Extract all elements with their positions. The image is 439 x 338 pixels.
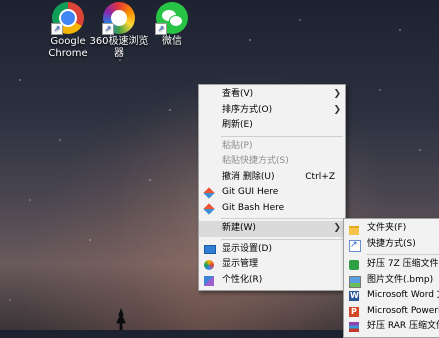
menu-item-paste[interactable]: 粘贴(P) [199,139,345,155]
menu-item-git-bash[interactable]: Git Bash Here [199,201,345,217]
desktop-icon-label: 360极速浏览器 [89,36,149,59]
menu-item-label: Microsoft Word 文 [367,290,439,300]
menu-item-shortcut: Ctrl+Z [305,171,335,182]
chevron-right-icon: ❯ [333,104,341,115]
menu-item-label: 撤消 删除(U) [222,171,275,182]
submenu-item-bmp[interactable]: 图片文件(.bmp) [344,273,439,289]
menu-item-label: 显示设置(D) [222,243,272,254]
chevron-right-icon: ❯ [333,89,341,99]
display-icon [204,244,216,254]
menu-item-label: 排序方式(O) [222,104,273,115]
new-submenu: 文件夹(F) 快捷方式(S) 好压 7Z 压缩文件 图片文件(.bmp) Mic… [343,218,439,338]
personalize-icon [204,275,214,286]
menu-item-personalize[interactable]: 个性化(R) [199,273,345,289]
menu-item-label: Git Bash Here [222,202,285,213]
menu-item-label: 文件夹(F) [367,223,407,233]
menu-item-label: 粘贴快捷方式(S) [222,156,289,166]
chevron-right-icon: ❯ [333,223,341,233]
shortcut-arrow-icon: ↗ [102,23,114,35]
bmp-image-icon [349,275,361,288]
git-icon [203,187,215,199]
menu-item-new[interactable]: 新建(W) ❯ [199,221,345,237]
menu-item-sort-by[interactable]: 排序方式(O) ❯ [199,103,345,119]
menu-item-paste-shortcut[interactable]: 粘贴快捷方式(S) [199,154,345,170]
desktop-icon-360-browser[interactable]: ↗ 360极速浏览器 [89,2,149,60]
shortcut-arrow-icon: ↗ [155,23,167,35]
desktop-context-menu: 查看(V) ❯ 排序方式(O) ❯ 刷新(E) 粘贴(P) 粘贴快捷方式(S) … [198,84,346,291]
menu-item-label: 粘贴(P) [222,140,253,151]
menu-item-git-gui[interactable]: Git GUI Here [199,185,345,201]
chrome-icon: ↗ [51,2,84,35]
menu-separator [366,254,439,255]
wechat-icon: ↗ [155,2,188,35]
menu-item-label: Git GUI Here [222,187,279,197]
menu-item-label: 好压 7Z 压缩文件 [367,259,439,269]
menu-item-label: 显示管理 [222,259,259,269]
shortcut-icon [349,238,361,253]
powerpoint-icon [349,304,359,319]
git-icon [203,202,215,215]
display-manage-icon [204,260,214,270]
word-icon [349,288,359,304]
submenu-item-7z-archive[interactable]: 好压 7Z 压缩文件 [344,257,439,273]
rar-archive-icon [349,322,359,332]
folder-icon [349,226,359,235]
submenu-item-powerpoint[interactable]: Microsoft PowerP [344,304,439,319]
menu-separator [221,218,343,219]
submenu-item-shortcut[interactable]: 快捷方式(S) [344,237,439,253]
menu-item-label: 图片文件(.bmp) [367,274,434,285]
menu-item-label: 快捷方式(S) [367,238,416,249]
menu-item-label: 查看(V) [222,89,254,99]
menu-item-display-settings[interactable]: 显示设置(D) [199,242,345,258]
desktop-icon-wechat[interactable]: ↗ 微信 [142,2,202,48]
menu-item-label: 刷新(E) [222,120,253,130]
menu-item-label: 新建(W) [222,223,256,233]
submenu-item-folder[interactable]: 文件夹(F) [344,221,439,237]
submenu-item-word[interactable]: Microsoft Word 文 [344,288,439,304]
menu-item-label: 个性化(R) [222,274,263,285]
menu-item-display-manage[interactable]: 显示管理 [199,257,345,273]
7z-archive-icon [349,260,359,270]
shortcut-arrow-icon: ↗ [51,23,63,35]
desktop-icon-label: 微信 [162,36,182,47]
menu-separator [221,135,343,137]
menu-item-view[interactable]: 查看(V) ❯ [199,87,345,103]
menu-item-undo-delete[interactable]: 撤消 删除(U) Ctrl+Z [199,170,345,186]
menu-item-label: Microsoft PowerP [367,305,439,316]
menu-separator [221,238,343,240]
submenu-item-rar-archive[interactable]: 好压 RAR 压缩文件 [344,319,439,335]
360-browser-icon: ↗ [102,2,135,35]
menu-item-refresh[interactable]: 刷新(E) [199,118,345,134]
